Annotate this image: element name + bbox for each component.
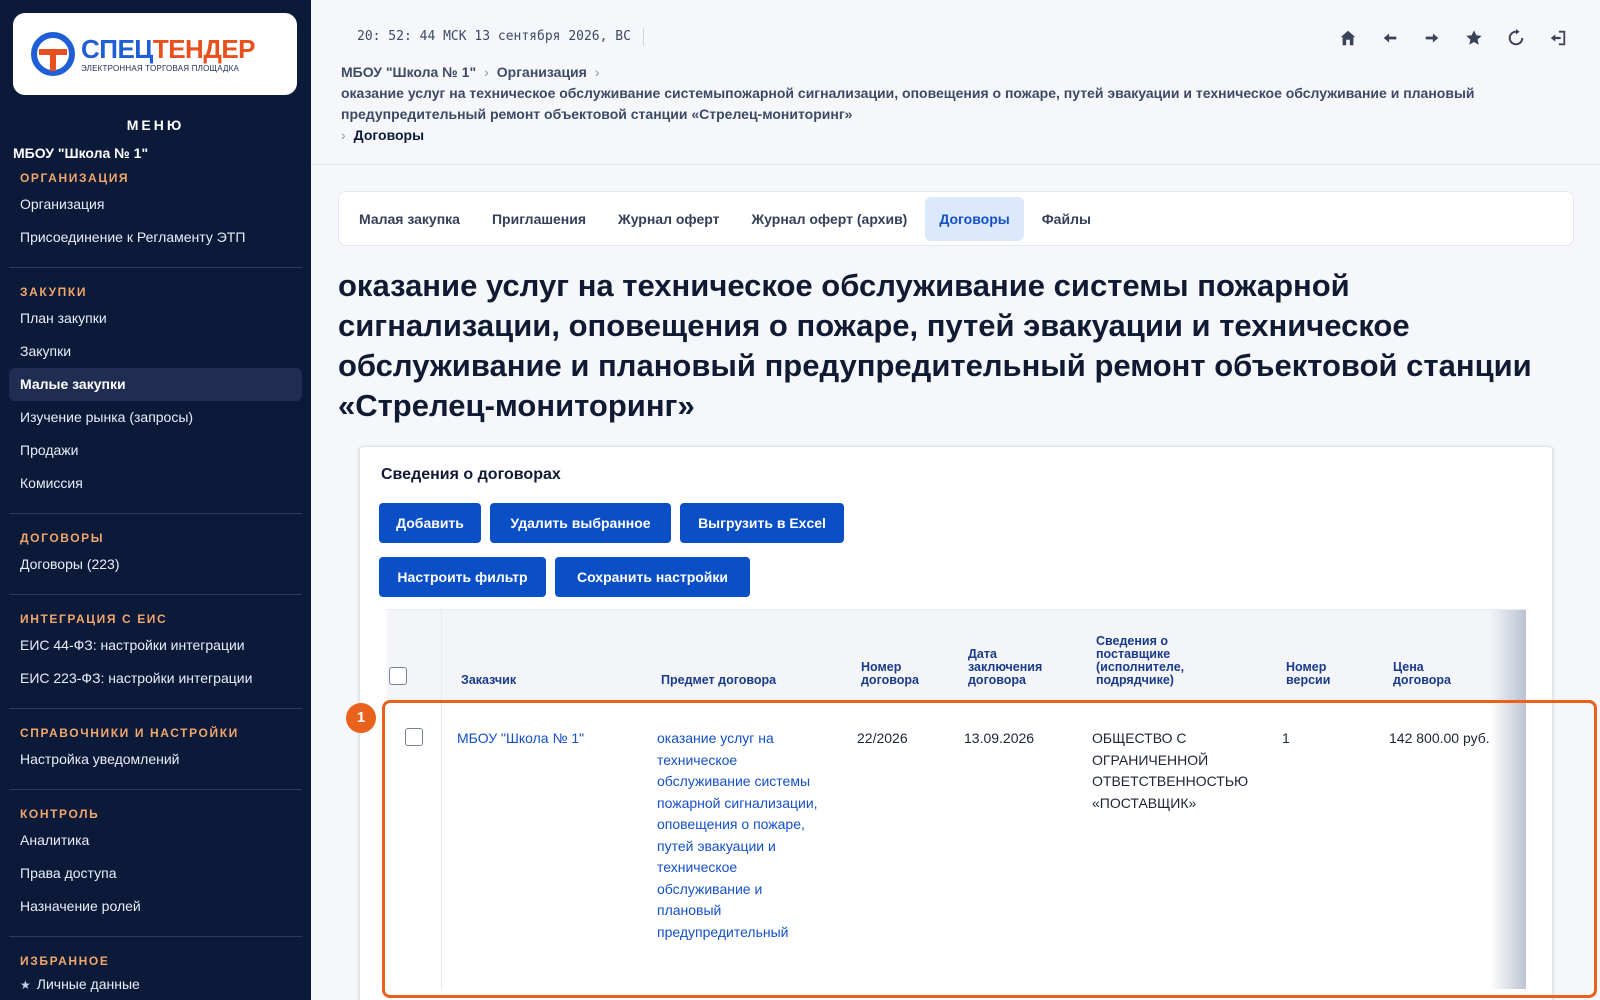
column-header-supplier[interactable]: Сведения о поставщике (исполнителе, подр… bbox=[1096, 635, 1224, 687]
column-header-number[interactable]: Номер договора bbox=[861, 661, 945, 687]
arrow-left-icon[interactable] bbox=[1378, 26, 1402, 50]
sidebar-item-notifications[interactable]: Настройка уведомлений bbox=[9, 743, 302, 776]
column-header-date[interactable]: Дата заключения договора bbox=[968, 648, 1068, 687]
breadcrumb-separator: › bbox=[484, 64, 489, 80]
sidebar-org-name: МБОУ "Школа № 1" bbox=[13, 145, 149, 161]
tab-small-purchase[interactable]: Малая закупка bbox=[345, 197, 474, 241]
nav-divider bbox=[9, 708, 302, 709]
top-bar: 20: 52: 44 МСК 13 сентября 2026, ВС МБОУ… bbox=[311, 0, 1600, 165]
table-header: Заказчик Предмет договора Номер договора… bbox=[387, 610, 1526, 702]
sidebar-item-regulation[interactable]: Присоединение к Регламенту ЭТП bbox=[9, 221, 302, 254]
cell-number: 22/2026 bbox=[857, 730, 908, 746]
cell-version: 1 bbox=[1282, 730, 1290, 746]
sidebar-item-organization[interactable]: Организация bbox=[9, 188, 302, 221]
star-icon: ★ bbox=[20, 978, 31, 992]
export-excel-button[interactable]: Выгрузить в Excel bbox=[680, 503, 844, 543]
horizontal-scroll-fade bbox=[1490, 610, 1526, 989]
contracts-card: Сведения о договорах Добавить Удалить вы… bbox=[359, 446, 1553, 1000]
delete-selected-button[interactable]: Удалить выбранное bbox=[490, 503, 671, 543]
sidebar: СПЕЦТЕНДЕР ЭЛЕКТРОННАЯ ТОРГОВАЯ ПЛОЩАДКА… bbox=[0, 0, 311, 1000]
nav-divider bbox=[9, 267, 302, 268]
sidebar-item-sales[interactable]: Продажи bbox=[9, 434, 302, 467]
clock: 20: 52: 44 МСК 13 сентября 2026, ВС bbox=[357, 28, 644, 46]
nav-divider bbox=[9, 594, 302, 595]
tab-invitations[interactable]: Приглашения bbox=[478, 197, 600, 241]
tab-bar: Малая закупка Приглашения Журнал оферт Ж… bbox=[338, 191, 1574, 246]
cell-date: 13.09.2026 bbox=[964, 730, 1035, 746]
sidebar-item-eis-44[interactable]: ЕИС 44-ФЗ: настройки интеграции bbox=[9, 629, 302, 662]
brand-name-part1: СПЕЦ bbox=[81, 33, 153, 64]
save-settings-button[interactable]: Сохранить настройки bbox=[555, 557, 750, 597]
breadcrumb: МБОУ "Школа № 1" › Организация › оказание у… bbox=[341, 62, 1571, 146]
select-all-checkbox[interactable] bbox=[389, 667, 407, 685]
sidebar-item-access-rights[interactable]: Права доступа bbox=[9, 857, 302, 890]
star-icon[interactable] bbox=[1462, 26, 1486, 50]
home-icon[interactable] bbox=[1336, 26, 1360, 50]
cell-subject-link[interactable]: оказание услуг на техническое обслуживан… bbox=[657, 728, 829, 943]
contracts-table: Заказчик Предмет договора Номер договора… bbox=[387, 609, 1526, 989]
sidebar-item-purchases[interactable]: Закупки bbox=[9, 335, 302, 368]
nav-section-eis: ИНТЕГРАЦИЯ С ЕИС bbox=[20, 612, 168, 626]
sidebar-item-personal-data[interactable]: ★ Личные данные bbox=[0, 971, 311, 997]
favorite-label: Личные данные bbox=[36, 976, 140, 992]
sidebar-item-eis-223[interactable]: ЕИС 223-ФЗ: настройки интеграции bbox=[9, 662, 302, 695]
logout-icon[interactable] bbox=[1546, 26, 1570, 50]
sidebar-item-analytics[interactable]: Аналитика bbox=[9, 824, 302, 857]
filter-settings-button[interactable]: Настроить фильтр bbox=[379, 557, 546, 597]
nav-divider bbox=[9, 936, 302, 937]
top-toolbar bbox=[1336, 26, 1570, 50]
arrow-right-icon[interactable] bbox=[1420, 26, 1444, 50]
annotation-marker: 1 bbox=[346, 703, 376, 733]
sidebar-item-contracts-223[interactable]: Договоры (223) bbox=[9, 548, 302, 581]
menu-title: МЕНЮ bbox=[126, 117, 185, 133]
sidebar-item-small-purchases[interactable]: Малые закупки bbox=[9, 368, 302, 401]
column-divider bbox=[441, 610, 442, 989]
nav-section-settings: СПРАВОЧНИКИ И НАСТРОЙКИ bbox=[20, 726, 239, 740]
sidebar-item-commission[interactable]: Комиссия bbox=[9, 467, 302, 500]
cell-customer-link[interactable]: МБОУ "Школа № 1" bbox=[457, 728, 637, 750]
column-header-version[interactable]: Номер версии bbox=[1286, 661, 1366, 687]
breadcrumb-item-purchase[interactable]: оказание услуг на техническое обслуживан… bbox=[341, 83, 1571, 125]
refresh-icon[interactable] bbox=[1504, 26, 1528, 50]
breadcrumb-current: Договоры bbox=[353, 127, 425, 143]
row-checkbox[interactable] bbox=[405, 728, 423, 746]
cell-supplier: ОБЩЕСТВО С ОГРАНИЧЕННОЙ ОТВЕТСТВЕННОСТЬЮ… bbox=[1092, 730, 1249, 811]
tab-contracts[interactable]: Договоры bbox=[925, 196, 1024, 241]
tab-offers-archive[interactable]: Журнал оферт (архив) bbox=[738, 197, 922, 241]
nav-section-organization: ОРГАНИЗАЦИЯ bbox=[20, 171, 130, 185]
nav-divider bbox=[9, 789, 302, 790]
nav-section-contracts: ДОГОВОРЫ bbox=[20, 531, 105, 545]
nav-section-control: КОНТРОЛЬ bbox=[20, 807, 100, 821]
contracts-card-title: Сведения о договорах bbox=[381, 466, 561, 483]
tab-offers-log[interactable]: Журнал оферт bbox=[604, 197, 733, 241]
main-content: 20: 52: 44 МСК 13 сентября 2026, ВС МБОУ… bbox=[311, 0, 1600, 1000]
tab-files[interactable]: Файлы bbox=[1028, 197, 1105, 241]
nav-divider bbox=[9, 513, 302, 514]
brand-name-part2: ТЕНДЕР bbox=[152, 33, 256, 64]
column-header-subject[interactable]: Предмет договора bbox=[661, 674, 841, 687]
breadcrumb-separator: › bbox=[594, 64, 600, 80]
add-button[interactable]: Добавить bbox=[379, 503, 481, 543]
sidebar-nav: ОРГАНИЗАЦИЯ Организация Присоединение к … bbox=[0, 168, 311, 997]
brand-subtitle: ЭЛЕКТРОННАЯ ТОРГОВАЯ ПЛОЩАДКА bbox=[81, 63, 240, 73]
sidebar-item-market-research[interactable]: Изучение рынка (запросы) bbox=[9, 401, 302, 434]
sidebar-item-roles[interactable]: Назначение ролей bbox=[9, 890, 302, 923]
breadcrumb-item-school[interactable]: МБОУ "Школа № 1" bbox=[341, 64, 476, 80]
sidebar-item-purchase-plan[interactable]: План закупки bbox=[9, 302, 302, 335]
column-header-price[interactable]: Цена договора bbox=[1393, 661, 1483, 687]
page-title: оказание услуг на техническое обслуживан… bbox=[338, 268, 1532, 423]
nav-section-favorites: ИЗБРАННОЕ bbox=[20, 954, 110, 968]
logo-mark-icon bbox=[31, 32, 75, 76]
breadcrumb-item-organization[interactable]: Организация bbox=[497, 64, 587, 80]
brand-logo[interactable]: СПЕЦТЕНДЕР ЭЛЕКТРОННАЯ ТОРГОВАЯ ПЛОЩАДКА bbox=[13, 13, 297, 95]
column-header-customer[interactable]: Заказчик bbox=[461, 674, 641, 687]
breadcrumb-separator: › bbox=[341, 127, 346, 143]
nav-section-purchases: ЗАКУПКИ bbox=[20, 285, 88, 299]
